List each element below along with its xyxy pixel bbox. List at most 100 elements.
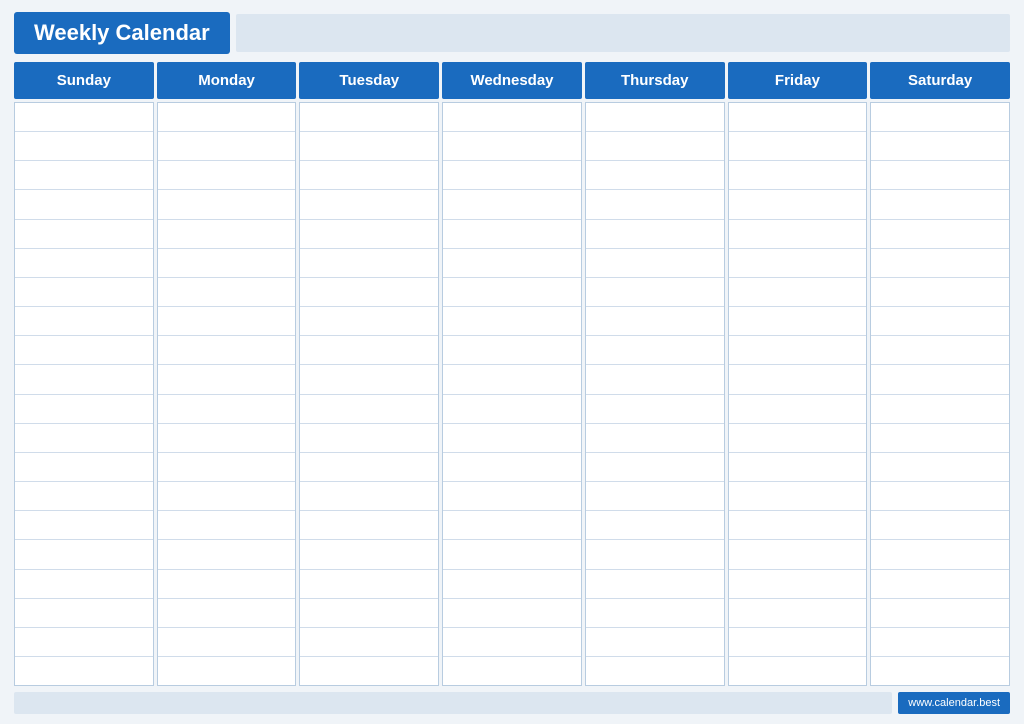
time-row[interactable] [729,249,867,278]
time-row[interactable] [729,628,867,657]
time-row[interactable] [586,103,724,132]
time-row[interactable] [443,570,581,599]
time-row[interactable] [871,599,1009,628]
time-row[interactable] [300,278,438,307]
time-row[interactable] [871,132,1009,161]
time-row[interactable] [158,220,296,249]
time-row[interactable] [729,453,867,482]
time-row[interactable] [158,132,296,161]
time-row[interactable] [15,161,153,190]
time-row[interactable] [158,599,296,628]
time-row[interactable] [729,365,867,394]
time-row[interactable] [15,657,153,685]
time-row[interactable] [158,453,296,482]
time-row[interactable] [443,395,581,424]
time-row[interactable] [729,570,867,599]
time-row[interactable] [729,307,867,336]
time-row[interactable] [586,453,724,482]
time-row[interactable] [443,190,581,219]
time-row[interactable] [586,190,724,219]
time-row[interactable] [300,511,438,540]
time-row[interactable] [586,220,724,249]
time-row[interactable] [871,278,1009,307]
time-row[interactable] [443,307,581,336]
time-row[interactable] [443,336,581,365]
time-row[interactable] [158,511,296,540]
time-row[interactable] [729,103,867,132]
time-row[interactable] [443,511,581,540]
time-row[interactable] [158,249,296,278]
time-row[interactable] [871,190,1009,219]
time-row[interactable] [871,424,1009,453]
time-row[interactable] [586,395,724,424]
time-row[interactable] [443,599,581,628]
time-row[interactable] [871,657,1009,685]
time-row[interactable] [15,453,153,482]
time-row[interactable] [300,132,438,161]
time-row[interactable] [15,249,153,278]
time-row[interactable] [300,307,438,336]
time-row[interactable] [443,161,581,190]
time-row[interactable] [443,103,581,132]
time-row[interactable] [586,424,724,453]
time-row[interactable] [443,540,581,569]
time-row[interactable] [158,190,296,219]
time-row[interactable] [586,336,724,365]
time-row[interactable] [443,482,581,511]
time-row[interactable] [871,540,1009,569]
time-row[interactable] [871,511,1009,540]
time-row[interactable] [586,511,724,540]
time-row[interactable] [729,395,867,424]
time-row[interactable] [443,657,581,685]
time-row[interactable] [158,278,296,307]
time-row[interactable] [300,190,438,219]
time-row[interactable] [586,540,724,569]
time-row[interactable] [300,161,438,190]
time-row[interactable] [443,249,581,278]
time-row[interactable] [729,657,867,685]
time-row[interactable] [586,570,724,599]
time-row[interactable] [300,249,438,278]
time-row[interactable] [158,395,296,424]
time-row[interactable] [871,103,1009,132]
time-row[interactable] [871,365,1009,394]
time-row[interactable] [443,278,581,307]
time-row[interactable] [586,599,724,628]
time-row[interactable] [158,570,296,599]
time-row[interactable] [586,657,724,685]
time-row[interactable] [300,453,438,482]
time-row[interactable] [871,336,1009,365]
time-row[interactable] [300,628,438,657]
time-row[interactable] [443,628,581,657]
day-column-friday[interactable] [728,102,868,686]
time-row[interactable] [586,365,724,394]
time-row[interactable] [15,395,153,424]
time-row[interactable] [871,482,1009,511]
day-column-tuesday[interactable] [299,102,439,686]
time-row[interactable] [871,307,1009,336]
time-row[interactable] [15,278,153,307]
day-column-saturday[interactable] [870,102,1010,686]
time-row[interactable] [158,657,296,685]
time-row[interactable] [15,336,153,365]
time-row[interactable] [871,220,1009,249]
time-row[interactable] [586,249,724,278]
time-row[interactable] [729,220,867,249]
time-row[interactable] [15,599,153,628]
time-row[interactable] [871,395,1009,424]
time-row[interactable] [158,336,296,365]
time-row[interactable] [729,599,867,628]
time-row[interactable] [300,540,438,569]
time-row[interactable] [158,103,296,132]
time-row[interactable] [871,570,1009,599]
time-row[interactable] [729,424,867,453]
time-row[interactable] [158,628,296,657]
time-row[interactable] [300,599,438,628]
time-row[interactable] [729,278,867,307]
time-row[interactable] [15,220,153,249]
time-row[interactable] [586,628,724,657]
time-row[interactable] [729,132,867,161]
time-row[interactable] [15,103,153,132]
time-row[interactable] [158,424,296,453]
time-row[interactable] [443,132,581,161]
